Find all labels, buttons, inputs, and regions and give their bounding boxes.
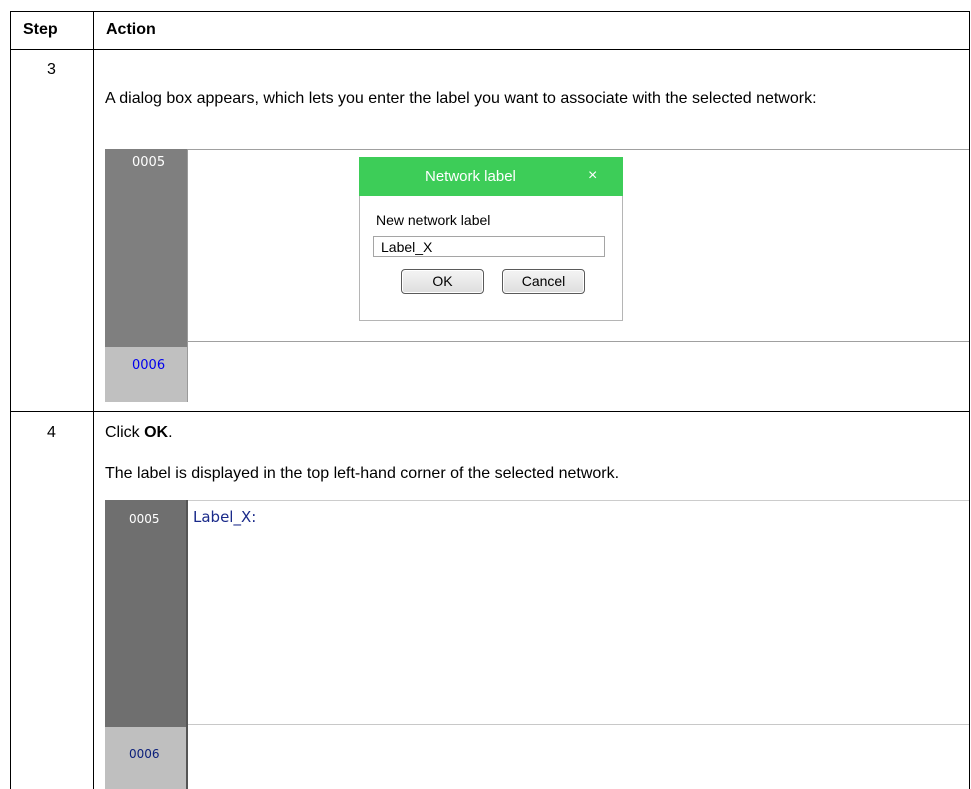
network-gutter — [105, 149, 188, 347]
dialog-titlebar: Network label × — [359, 157, 623, 196]
network-label: Label_X: — [193, 508, 257, 526]
table-right-border — [969, 11, 970, 789]
network-number: 0006 — [132, 358, 166, 373]
header-step: Step — [23, 21, 58, 38]
network-number: 0006 — [129, 747, 160, 761]
network-top-line — [188, 500, 969, 501]
step-description: A dialog box appears, which lets you ent… — [105, 90, 817, 107]
network-gutter — [105, 500, 188, 727]
network-number: 0005 — [132, 155, 166, 170]
network-number: 0005 — [129, 512, 160, 526]
network-label-dialog: Network label × New network label OK Can… — [359, 157, 623, 321]
screenshot-result: 0005 0006 Label_X: — [105, 500, 969, 789]
dialog-title: Network label — [425, 168, 516, 185]
step-number: 4 — [47, 424, 56, 441]
table-left-border — [10, 11, 11, 789]
step-result: The label is displayed in the top left-h… — [105, 465, 620, 482]
network-label-input[interactable] — [373, 236, 605, 257]
ok-button[interactable]: OK — [401, 269, 484, 294]
network-label-field-label: New network label — [376, 212, 491, 228]
network-separator — [188, 724, 969, 725]
table-column-divider — [93, 11, 94, 789]
step-instruction: Click OK. — [105, 424, 173, 442]
instruction-text: . — [168, 424, 173, 441]
instruction-emphasis: OK — [144, 424, 169, 441]
step-number: 3 — [47, 61, 56, 78]
table-row-divider — [10, 411, 970, 412]
network-gutter — [105, 347, 188, 402]
table-top-border — [10, 11, 970, 12]
cancel-button[interactable]: Cancel — [502, 269, 585, 294]
close-icon[interactable]: × — [588, 167, 597, 184]
procedure-table: Step Action 3 A dialog box appears, whic… — [10, 11, 970, 789]
network-top-line — [188, 149, 969, 150]
table-header-border — [10, 49, 970, 50]
screenshot-dialog: 0005 0006 Network label × New network la… — [105, 149, 969, 402]
network-separator — [188, 341, 969, 342]
document-page: Step Action 3 A dialog box appears, whic… — [0, 0, 971, 789]
header-action: Action — [106, 21, 156, 38]
instruction-text: Click — [105, 424, 145, 441]
